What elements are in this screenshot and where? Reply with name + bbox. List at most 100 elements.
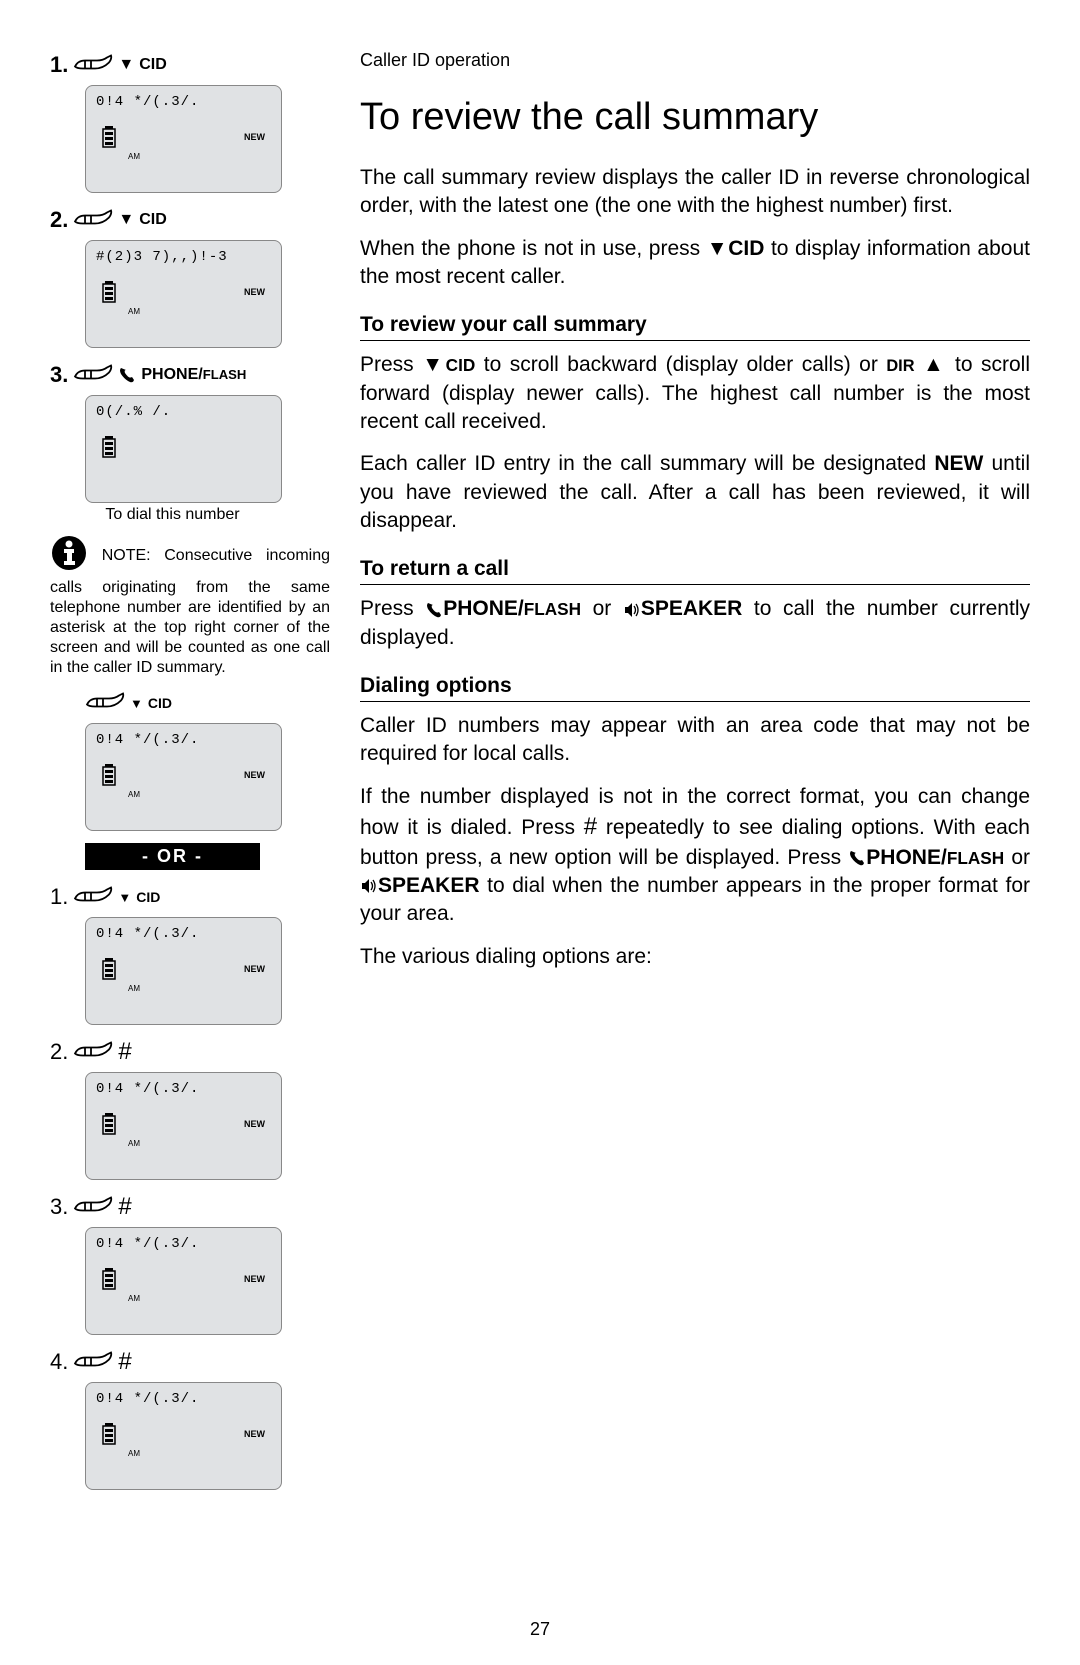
intro-paragraph-1: The call summary review displays the cal… — [360, 164, 1030, 221]
step-b2: 2. # 0!4 */(.3/. NEW AM — [50, 1037, 330, 1180]
battery-icon — [102, 958, 116, 985]
cid-button-label: CID — [139, 211, 167, 229]
battery-icon — [102, 126, 116, 153]
down-triangle-icon: ▼ — [118, 211, 134, 229]
hand-press-icon — [73, 1037, 113, 1067]
battery-icon — [102, 1268, 116, 1295]
lcd-screen: 0!4 */(.3/. NEW AM — [85, 917, 282, 1025]
hash-button-label: # — [118, 1348, 131, 1376]
step-number: 2. — [50, 207, 68, 233]
phone-handset-icon — [425, 597, 443, 620]
lcd-screen: 0!4 */(.3/. NEW AM — [85, 85, 282, 193]
am-indicator: AM — [128, 790, 140, 799]
flash-label: FLASH — [524, 599, 581, 619]
flash-label: FLASH — [947, 848, 1004, 868]
step-number: 3. — [50, 1194, 68, 1220]
new-indicator: NEW — [244, 1119, 265, 1129]
lcd-line: 0!4 */(.3/. — [96, 94, 271, 110]
lcd-screen: 0!4 */(.3/. NEW AM — [85, 1227, 282, 1335]
note-block: NOTE: Consecutive incoming calls origina… — [50, 534, 330, 678]
hash-button-label: # — [118, 1193, 131, 1221]
step-number: 2. — [50, 1039, 68, 1065]
down-triangle-icon: ▼ — [130, 696, 143, 711]
phone-label: PHONE/ — [866, 846, 947, 869]
section-breadcrumb: Caller ID operation — [360, 50, 1030, 71]
hand-press-icon — [85, 688, 125, 718]
phone-handset-icon — [118, 366, 136, 384]
step-b1: 1. ▼ CID 0!4 */(.3/. NEW AM — [50, 882, 330, 1025]
speaker-icon — [360, 874, 378, 897]
subheading-review: To review your call summary — [360, 313, 1030, 341]
or-divider: - OR - — [85, 843, 260, 870]
left-steps-column: 1. ▼ CID 0!4 */(.3/. NEW AM 2. ▼ CID #(2… — [50, 50, 330, 1502]
up-triangle-icon: ▲ — [923, 353, 946, 376]
down-triangle-icon: ▼ — [118, 56, 134, 74]
battery-icon — [102, 436, 116, 463]
cid-button-label: CID — [139, 56, 167, 74]
step-2: 2. ▼ CID #(2)3 7),,)!-3 NEW AM — [50, 205, 330, 348]
lcd-line: 0(/.% /. — [96, 404, 271, 420]
speaker-label: SPEAKER — [641, 597, 743, 620]
note-label: NOTE: — [102, 547, 151, 564]
review-paragraph-1: Press ▼CID to scroll backward (display o… — [360, 351, 1030, 436]
page-number: 27 — [0, 1619, 1080, 1640]
step-b0: ▼ CID 0!4 */(.3/. NEW AM — [50, 688, 330, 831]
hand-press-icon — [73, 205, 113, 235]
review-paragraph-2: Each caller ID entry in the call summary… — [360, 450, 1030, 535]
phone-handset-icon — [848, 846, 866, 869]
am-indicator: AM — [128, 1449, 140, 1458]
hand-press-icon — [73, 360, 113, 390]
down-triangle-icon: ▼ — [422, 353, 445, 376]
new-indicator: NEW — [244, 964, 265, 974]
lcd-screen: 0!4 */(.3/. NEW AM — [85, 1382, 282, 1490]
battery-icon — [102, 1423, 116, 1450]
cid-button-label: CID — [148, 695, 172, 711]
subheading-dialing: Dialing options — [360, 674, 1030, 702]
subheading-return: To return a call — [360, 557, 1030, 585]
hand-press-icon — [73, 50, 113, 80]
page-title: To review the call summary — [360, 96, 1030, 139]
dialing-paragraph-1: Caller ID numbers may appear with an are… — [360, 712, 1030, 769]
lcd-line: 0!4 */(.3/. — [96, 1236, 271, 1252]
new-indicator: NEW — [244, 1274, 265, 1284]
battery-icon — [102, 764, 116, 791]
step-number: 1. — [50, 52, 68, 78]
hand-press-icon — [73, 1347, 113, 1377]
hash-key-label: # — [584, 813, 597, 840]
dialing-paragraph-2: If the number displayed is not in the co… — [360, 783, 1030, 929]
lcd-line: 0!4 */(.3/. — [96, 926, 271, 942]
dial-caption: To dial this number — [85, 506, 260, 524]
lcd-screen: 0!4 */(.3/. NEW AM — [85, 723, 282, 831]
manual-page: 1. ▼ CID 0!4 */(.3/. NEW AM 2. ▼ CID #(2… — [0, 0, 1080, 1532]
phone-label: PHONE/ — [443, 597, 524, 620]
lcd-line: 0!4 */(.3/. — [96, 1081, 271, 1097]
hand-press-icon — [73, 1192, 113, 1222]
am-indicator: AM — [128, 984, 140, 993]
note-text: Consecutive incoming calls originating f… — [50, 547, 330, 676]
info-icon — [50, 534, 88, 578]
am-indicator: AM — [128, 152, 140, 161]
return-paragraph: Press PHONE/FLASH or SPEAKER to call the… — [360, 595, 1030, 652]
hash-button-label: # — [118, 1038, 131, 1066]
am-indicator: AM — [128, 307, 140, 316]
right-content-column: Caller ID operation To review the call s… — [360, 50, 1030, 1502]
down-triangle-icon: ▼ — [707, 237, 729, 260]
am-indicator: AM — [128, 1294, 140, 1303]
step-number: 1. — [50, 884, 68, 910]
lcd-line: #(2)3 7),,)!-3 — [96, 249, 271, 265]
dir-label: DIR — [886, 357, 914, 375]
battery-icon — [102, 281, 116, 308]
phone-button-label: PHONE/FLASH — [141, 366, 246, 384]
cid-label: CID — [446, 355, 476, 375]
new-indicator: NEW — [244, 132, 265, 142]
lcd-screen: 0(/.% /. — [85, 395, 282, 503]
new-indicator: NEW — [244, 287, 265, 297]
step-3: 3. PHONE/FLASH 0(/.% /. To dial this num… — [50, 360, 330, 524]
new-indicator: NEW — [244, 1429, 265, 1439]
lcd-screen: 0!4 */(.3/. NEW AM — [85, 1072, 282, 1180]
step-b3: 3. # 0!4 */(.3/. NEW AM — [50, 1192, 330, 1335]
speaker-label: SPEAKER — [378, 874, 480, 897]
speaker-icon — [623, 597, 641, 620]
new-indicator: NEW — [244, 770, 265, 780]
lcd-line: 0!4 */(.3/. — [96, 1391, 271, 1407]
